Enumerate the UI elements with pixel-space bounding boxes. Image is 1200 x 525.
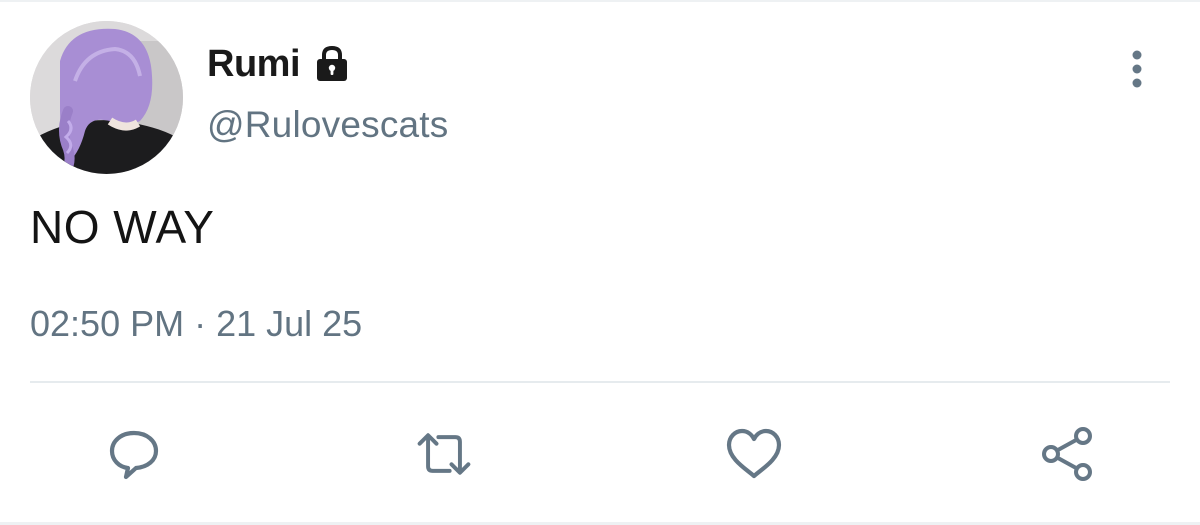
more-vertical-icon <box>1132 50 1142 88</box>
top-border <box>0 0 1200 2</box>
retweet-button[interactable] <box>414 424 474 484</box>
reply-icon <box>109 430 159 480</box>
share-button[interactable] <box>1038 424 1098 484</box>
reply-button[interactable] <box>104 424 164 484</box>
like-button[interactable] <box>724 424 784 484</box>
tweet-date: 21 Jul 25 <box>216 303 363 344</box>
user-handle[interactable]: @Rulovescats <box>207 104 449 146</box>
lock-icon <box>312 44 352 84</box>
tweet-card: Rumi @Rulovescats NO WAY 02:50 PM · 21 Jul… <box>0 0 1200 525</box>
avatar-photo <box>30 21 183 174</box>
tweet-time: 02:50 PM <box>30 303 185 344</box>
tweet-text: NO WAY <box>30 201 215 253</box>
tweet-timestamp[interactable]: 02:50 PM · 21 Jul 25 <box>30 303 362 345</box>
avatar[interactable] <box>30 21 183 174</box>
share-icon <box>1042 427 1092 481</box>
heart-icon <box>726 428 782 479</box>
retweet-icon <box>417 433 471 475</box>
timestamp-separator: · <box>194 303 207 344</box>
display-name[interactable]: Rumi <box>207 43 301 86</box>
display-name-row: Rumi <box>207 38 352 90</box>
more-options-button[interactable] <box>1114 46 1160 92</box>
divider <box>30 381 1170 383</box>
